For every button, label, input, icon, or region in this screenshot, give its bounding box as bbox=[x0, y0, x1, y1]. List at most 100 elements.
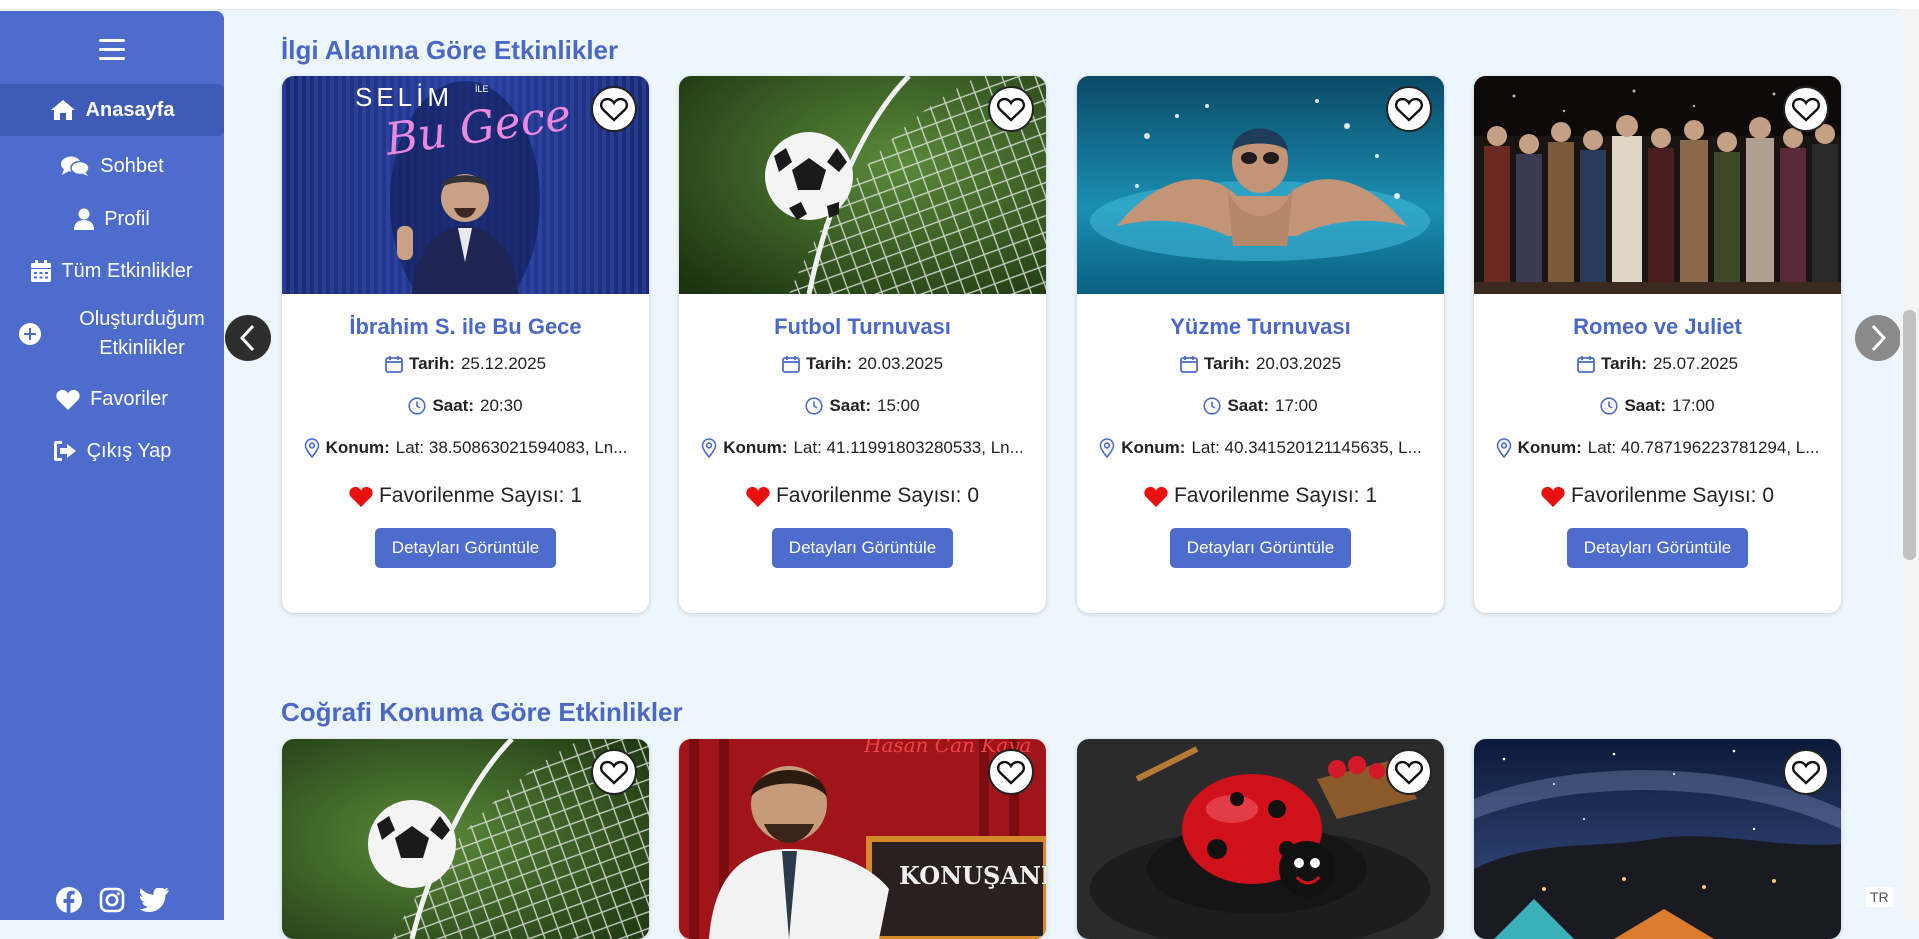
facebook-icon[interactable] bbox=[54, 885, 84, 915]
event-time: Saat: 17:00 bbox=[1474, 396, 1841, 416]
favorite-toggle-button[interactable] bbox=[988, 86, 1034, 132]
event-time: Saat: 15:00 bbox=[679, 396, 1046, 416]
image-caption-text: KONUŞANLAR bbox=[899, 861, 1046, 890]
event-card: Yüzme Turnuvası Tarih: 20.03.2025 Saat: 17… bbox=[1077, 76, 1444, 613]
browser-top-edge bbox=[0, 0, 1919, 10]
event-card: Hasan Can Kaya KONUŞANLAR bbox=[679, 739, 1046, 939]
section-title-location: Coğrafi Konuma Göre Etkinlikler bbox=[281, 697, 683, 727]
carousel-prev-button[interactable] bbox=[225, 315, 271, 361]
favorite-toggle-button[interactable] bbox=[591, 86, 637, 132]
favorite-toggle-button[interactable] bbox=[1783, 86, 1829, 132]
view-details-button[interactable]: Detayları Görüntüle bbox=[375, 528, 556, 568]
sidebar-item-favorites[interactable]: Favoriler bbox=[0, 377, 224, 421]
heart-outline-icon bbox=[997, 97, 1025, 122]
sidebar: Anasayfa Sohbet Profil Tüm Etkinlikler O… bbox=[0, 11, 224, 920]
clock-icon bbox=[805, 397, 824, 415]
sidebar-item-profile[interactable]: Profil bbox=[0, 197, 224, 241]
event-date: Tarih: 20.03.2025 bbox=[679, 354, 1046, 374]
clock-icon bbox=[1203, 397, 1222, 415]
calendar-icon bbox=[31, 260, 52, 282]
calendar-outline-icon bbox=[1577, 356, 1595, 373]
logout-icon bbox=[53, 441, 76, 461]
favorite-toggle-button[interactable] bbox=[1386, 86, 1432, 132]
sidebar-item-label: Oluşturduğum Etkinlikler bbox=[79, 308, 205, 359]
event-card bbox=[1474, 739, 1841, 939]
twitter-icon[interactable] bbox=[140, 885, 170, 915]
event-date: Tarih: 25.12.2025 bbox=[282, 354, 649, 374]
view-details-button[interactable]: Detayları Görüntüle bbox=[772, 528, 953, 568]
map-pin-icon bbox=[701, 438, 717, 458]
event-date: Tarih: 25.07.2025 bbox=[1474, 354, 1841, 374]
favorite-toggle-button[interactable] bbox=[1783, 749, 1829, 795]
event-card bbox=[1077, 739, 1444, 939]
view-details-button[interactable]: Detayları Görüntüle bbox=[1567, 528, 1748, 568]
event-time: Saat: 20:30 bbox=[282, 396, 649, 416]
calendar-outline-icon bbox=[385, 356, 403, 373]
sidebar-item-label: Tüm Etkinlikler bbox=[61, 259, 193, 282]
map-pin-icon bbox=[304, 438, 319, 458]
chevron-right-icon bbox=[1871, 324, 1887, 352]
user-icon bbox=[74, 208, 95, 230]
sidebar-item-chat[interactable]: Sohbet bbox=[0, 144, 224, 188]
image-logo-text: İLE bbox=[475, 84, 489, 94]
instagram-icon[interactable] bbox=[97, 885, 127, 915]
sidebar-item-all-events[interactable]: Tüm Etkinlikler bbox=[0, 249, 224, 293]
event-image bbox=[1077, 739, 1444, 939]
event-image bbox=[1474, 76, 1841, 294]
heart-outline-icon bbox=[1792, 97, 1820, 122]
section-title-interests: İlgi Alanına Göre Etkinlikler bbox=[281, 35, 619, 65]
map-pin-icon bbox=[1496, 438, 1511, 458]
favorite-count: Favorilenme Sayısı: 0 bbox=[1474, 484, 1841, 508]
sidebar-item-label: Sohbet bbox=[100, 154, 164, 177]
carousel-next-button[interactable] bbox=[1855, 315, 1901, 361]
event-image: Hasan Can Kaya KONUŞANLAR bbox=[679, 739, 1046, 939]
event-title: İbrahim S. ile Bu Gece bbox=[349, 314, 582, 339]
event-image bbox=[282, 739, 649, 939]
sidebar-item-label: Favoriler bbox=[90, 387, 168, 410]
sidebar-item-label: Çıkış Yap bbox=[86, 439, 172, 462]
sidebar-item-logout[interactable]: Çıkış Yap bbox=[0, 429, 224, 473]
event-time: Saat: 17:00 bbox=[1077, 396, 1444, 416]
clock-icon bbox=[1600, 397, 1619, 415]
event-image bbox=[1474, 739, 1841, 939]
sidebar-item-my-events[interactable]: Oluşturduğum Etkinlikler bbox=[0, 301, 224, 367]
chevron-left-icon bbox=[239, 324, 255, 352]
event-card bbox=[282, 739, 649, 939]
heart-icon bbox=[746, 486, 770, 507]
heart-outline-icon bbox=[1395, 97, 1423, 122]
plus-circle-icon bbox=[19, 323, 42, 345]
sidebar-item-home[interactable]: Anasayfa bbox=[0, 84, 224, 136]
event-location: Konum: Lat: 40.787196223781294, L... bbox=[1474, 438, 1841, 458]
view-details-button[interactable]: Detayları Görüntüle bbox=[1170, 528, 1351, 568]
heart-outline-icon bbox=[1792, 760, 1820, 785]
event-location: Konum: Lat: 40.341520121145635, L... bbox=[1077, 438, 1444, 458]
event-date: Tarih: 20.03.2025 bbox=[1077, 354, 1444, 374]
heart-icon bbox=[1541, 486, 1565, 507]
favorite-toggle-button[interactable] bbox=[1386, 749, 1432, 795]
heart-outline-icon bbox=[1395, 760, 1423, 785]
heart-icon bbox=[1144, 486, 1168, 507]
heart-outline-icon bbox=[600, 97, 628, 122]
sidebar-item-label: Profil bbox=[104, 207, 150, 230]
event-title: Yüzme Turnuvası bbox=[1170, 314, 1351, 339]
heart-icon bbox=[56, 389, 80, 410]
heart-outline-icon bbox=[997, 760, 1025, 785]
scrollbar-thumb[interactable] bbox=[1903, 310, 1916, 560]
calendar-outline-icon bbox=[782, 356, 800, 373]
hamburger-menu-icon[interactable] bbox=[99, 39, 125, 61]
event-image bbox=[679, 76, 1046, 294]
language-indicator: TR bbox=[1866, 887, 1893, 907]
event-title: Futbol Turnuvası bbox=[774, 314, 951, 339]
event-card: Romeo ve Juliet Tarih: 25.07.2025 Saat: 17… bbox=[1474, 76, 1841, 613]
favorite-toggle-button[interactable] bbox=[988, 749, 1034, 795]
favorite-count: Favorilenme Sayısı: 1 bbox=[1077, 484, 1444, 508]
heart-icon bbox=[349, 486, 373, 507]
event-image: SELİM İLE Bu Gece bbox=[282, 76, 649, 294]
calendar-outline-icon bbox=[1180, 356, 1198, 373]
favorite-toggle-button[interactable] bbox=[591, 749, 637, 795]
clock-icon bbox=[408, 397, 427, 415]
map-pin-icon bbox=[1099, 438, 1115, 458]
favorite-count: Favorilenme Sayısı: 0 bbox=[679, 484, 1046, 508]
event-location: Konum: Lat: 38.50863021594083, Ln... bbox=[282, 438, 649, 458]
heart-outline-icon bbox=[600, 760, 628, 785]
